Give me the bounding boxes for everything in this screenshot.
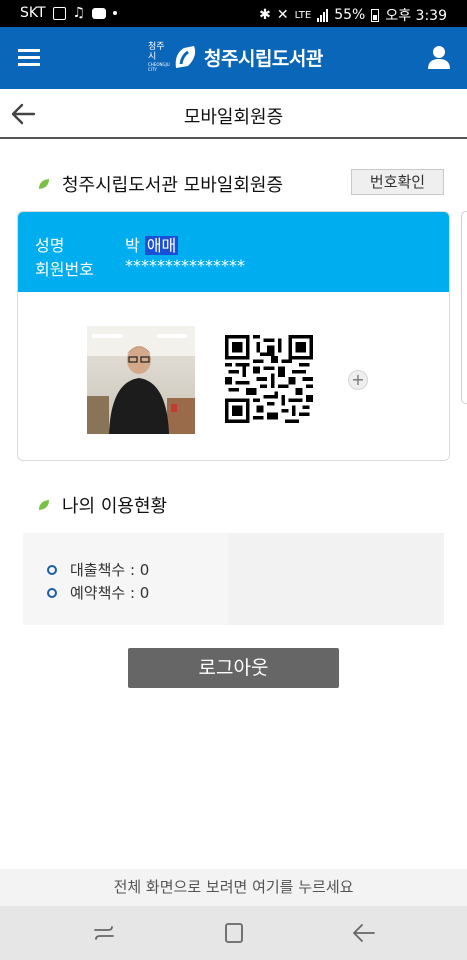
music-icon: ♫ <box>72 5 86 21</box>
logout-button[interactable]: 로그아웃 <box>128 648 339 688</box>
member-number: *************** <box>125 256 245 275</box>
section-title: 청주시립도서관 모바일회원증 <box>62 175 284 196</box>
menu-icon[interactable] <box>18 49 40 67</box>
leaf-icon <box>39 179 49 189</box>
more-dot-icon <box>113 11 118 15</box>
page-title: 모바일회원증 <box>183 107 284 128</box>
bullet-ring-icon <box>47 564 57 575</box>
bullet-ring-icon <box>47 587 57 598</box>
next-card-edge <box>461 211 467 404</box>
logo-mark-icon <box>175 46 196 68</box>
name-selection: 애매 <box>144 236 179 255</box>
expand-plus-icon[interactable]: + <box>348 370 368 390</box>
leaf-icon <box>39 500 49 510</box>
clock: 오후 3:39 <box>385 8 447 24</box>
mute-icon: ✕ <box>276 7 289 23</box>
recent-apps-icon[interactable] <box>92 922 116 944</box>
fullscreen-hint[interactable]: 전체 화면으로 보려면 여기를 누르세요 <box>0 869 467 906</box>
name-row: 성명 박 애매 <box>35 232 179 256</box>
home-icon[interactable] <box>222 922 246 944</box>
member-name: 박 애매 <box>125 236 179 255</box>
bluetooth-icon: ✱ <box>259 7 271 23</box>
chat-icon <box>92 7 107 19</box>
app-header: 청주시 CHEONGJU CITY 청주시립도서관 <box>0 27 467 89</box>
member-number-label: 회원번호 <box>35 260 94 279</box>
user-icon[interactable] <box>427 45 451 69</box>
usage-status-box: 대출책수 : 0 예약책수 : 0 <box>23 533 444 625</box>
carrier-label: SKT <box>20 5 46 21</box>
battery-icon <box>371 8 380 22</box>
signal-icon <box>317 8 329 22</box>
status-bar: SKT ♫ ✱ ✕ LTE 55% 오후 3:39 <box>0 0 467 27</box>
usage-title: 나의 이용현황 <box>62 496 168 517</box>
list-item: 예약책수 : 0 <box>47 582 149 603</box>
membership-card-heading: 청주시립도서관 모바일회원증 <box>38 171 283 197</box>
battery-percent: 55% <box>334 7 366 23</box>
back-icon[interactable] <box>352 922 376 944</box>
reservation-count: 예약책수 : 0 <box>70 584 150 602</box>
membership-card: 성명 박 애매 회원번호 *************** + <box>17 211 450 461</box>
library-name: 청주시립도서관 <box>204 47 323 70</box>
name-label: 성명 <box>35 236 65 255</box>
system-navigation-bar <box>0 906 467 960</box>
list-item: 대출책수 : 0 <box>47 559 149 580</box>
loan-count: 대출책수 : 0 <box>70 561 150 579</box>
image-icon <box>52 6 66 20</box>
network-label: LTE <box>294 9 312 21</box>
qr-code[interactable] <box>225 335 313 423</box>
verify-number-button[interactable]: 번호확인 <box>351 169 444 195</box>
usage-heading: 나의 이용현황 <box>38 492 167 518</box>
logo-city-label: 청주시 CHEONGJU CITY <box>148 42 170 72</box>
member-photo <box>87 326 195 434</box>
card-info-band: 성명 박 애매 회원번호 *************** <box>18 212 449 292</box>
member-number-row: 회원번호 *************** <box>35 256 245 280</box>
page-header: 모바일회원증 <box>0 89 467 139</box>
library-logo[interactable]: 청주시 CHEONGJU CITY 청주시립도서관 <box>148 42 323 72</box>
